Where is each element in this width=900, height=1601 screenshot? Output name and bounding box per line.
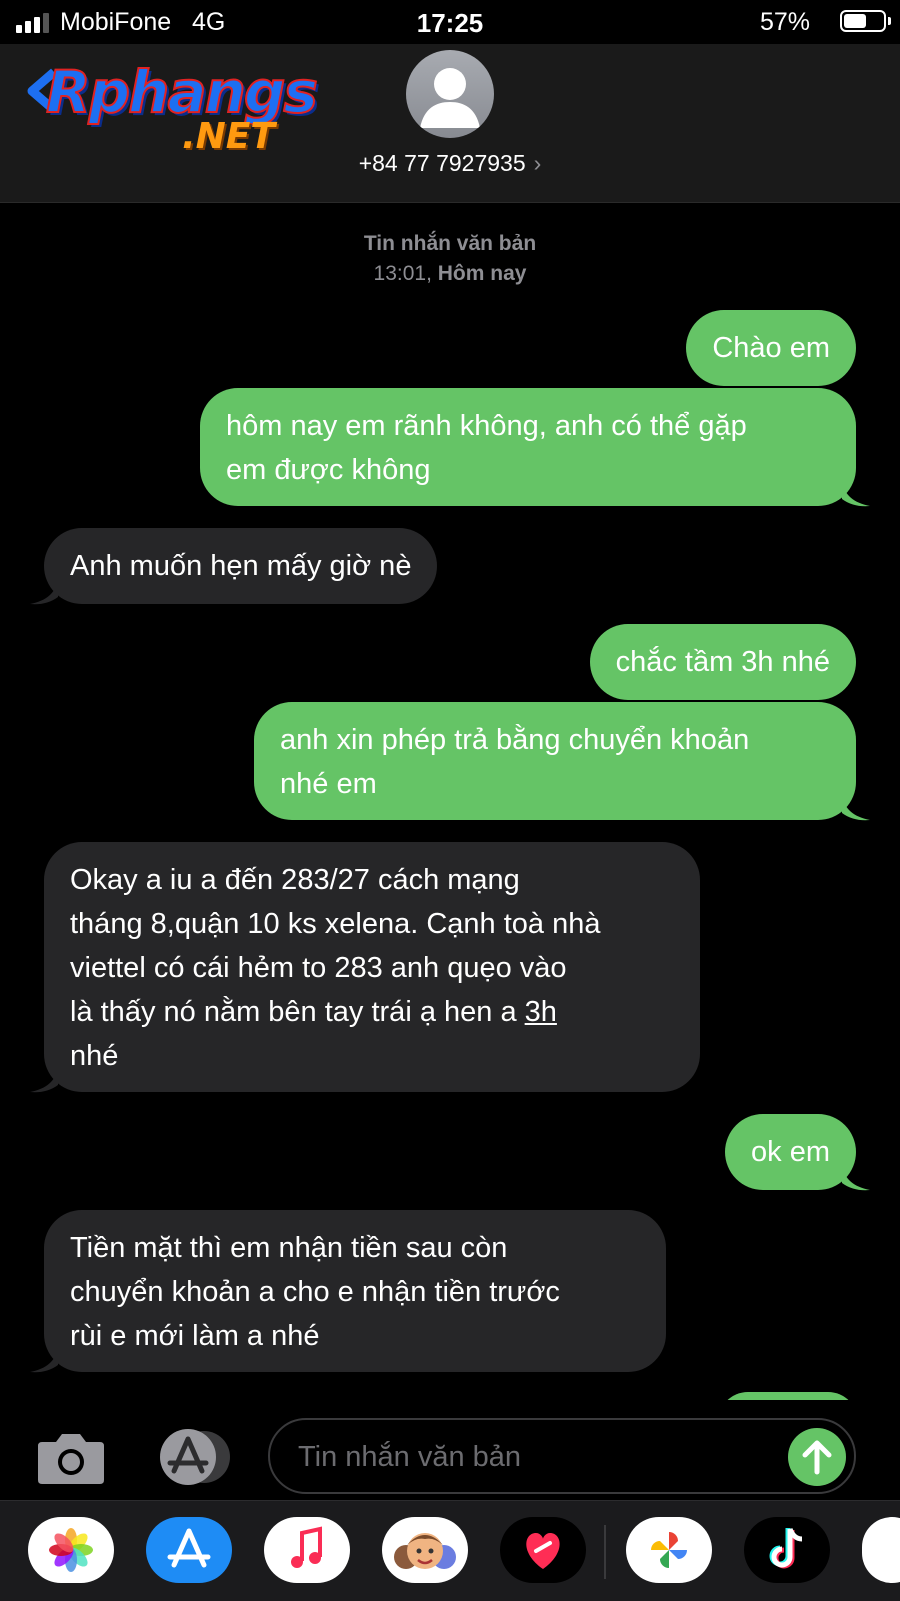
status-bar: MobiFone 4G 17:25 57% xyxy=(0,0,900,44)
bubble-tail xyxy=(30,1067,58,1093)
partial-app-button[interactable] xyxy=(862,1517,900,1583)
camera-icon[interactable] xyxy=(36,1430,106,1486)
bubble-tail xyxy=(30,579,58,605)
contact-number: +84 77 7927935 xyxy=(358,150,526,176)
message-received[interactable]: Tiền mặt thì em nhận tiền sau còn chuyển… xyxy=(30,1210,666,1373)
message-line: chuyển khoản a cho e nhận tiền trước xyxy=(70,1276,560,1308)
battery-percent: 57% xyxy=(759,8,810,36)
message-type-label: Tin nhắn văn bản xyxy=(363,232,537,255)
message-text: ok em xyxy=(751,1136,830,1168)
bubble-tail xyxy=(842,481,870,507)
message-sent[interactable]: Chào em xyxy=(686,310,856,386)
thread-timestamp: 13:01, Hôm nay xyxy=(0,262,900,286)
app-store-icon[interactable] xyxy=(152,1427,232,1487)
message-line: em được không xyxy=(226,454,431,486)
message-line: tháng 8,quận 10 ks xelena. Cạnh toà nhà xyxy=(70,908,601,940)
message-received[interactable]: Okay a iu a đến 283/27 cách mạng tháng 8… xyxy=(30,842,700,1093)
message-received[interactable]: Anh muốn hẹn mấy giờ nè xyxy=(30,528,438,605)
drawer-divider xyxy=(604,1525,606,1579)
photos-app-button[interactable] xyxy=(28,1517,114,1583)
message-sent[interactable]: hôm nay em rãnh không, anh có thể gặp em… xyxy=(200,388,870,507)
music-app-button[interactable] xyxy=(264,1517,350,1583)
message-line: nhé em xyxy=(280,768,377,800)
tiktok-icon xyxy=(769,1527,803,1569)
conversation-header: Rphangs .NET +84 77 7927935 › xyxy=(0,44,900,203)
message-text: chắc tầm 3h nhé xyxy=(615,646,830,678)
app-store-drawer-icon xyxy=(167,1528,211,1568)
tiktok-app-button[interactable] xyxy=(744,1517,830,1583)
bubble-tail xyxy=(30,1347,58,1373)
bubble-tail xyxy=(842,795,870,821)
memoji-app-button[interactable] xyxy=(382,1517,468,1583)
app-store-app-button[interactable] xyxy=(146,1517,232,1583)
thread-day: Hôm nay xyxy=(437,262,527,285)
imessage-app-drawer xyxy=(0,1500,900,1601)
bubble-tail xyxy=(842,1165,870,1191)
watermark-logo: Rphangs xyxy=(45,57,319,127)
google-photos-icon xyxy=(651,1532,687,1568)
thread-time: 13:01, xyxy=(373,262,432,285)
person-icon xyxy=(420,68,480,128)
message-line: viettel có cái hẻm to 283 anh quẹo vào xyxy=(70,952,567,984)
health-app-button[interactable] xyxy=(500,1517,586,1583)
message-line: anh xin phép trả bằng chuyển khoản xyxy=(280,724,750,756)
send-arrow-icon xyxy=(802,1440,832,1475)
google-photos-app-button[interactable] xyxy=(626,1517,712,1583)
composer-bar xyxy=(0,1400,900,1500)
memoji-icon xyxy=(394,1533,456,1569)
health-icon xyxy=(526,1533,560,1569)
message-line: là thấy nó nằm bên tay trái ạ hen a 3h xyxy=(70,990,674,1034)
message-sent[interactable]: chắc tầm 3h nhé xyxy=(589,624,856,700)
message-line-text: là thấy nó nằm bên tay trái ạ hen a xyxy=(70,996,525,1028)
message-text: Chào em xyxy=(712,332,830,364)
message-line: nhé xyxy=(70,1040,119,1072)
message-sent[interactable]: ok em xyxy=(725,1114,870,1191)
send-button[interactable] xyxy=(788,1428,846,1486)
contact-avatar[interactable] xyxy=(406,50,494,138)
music-icon xyxy=(291,1526,322,1568)
time-link[interactable]: 3h xyxy=(525,996,557,1028)
message-input[interactable] xyxy=(296,1430,770,1484)
photos-icon xyxy=(49,1528,93,1572)
chevron-right-icon: › xyxy=(533,150,542,176)
message-line: Tiền mặt thì em nhận tiền sau còn xyxy=(70,1232,508,1264)
battery-icon xyxy=(840,10,891,32)
message-line: rùi e mới làm a nhé xyxy=(70,1320,320,1352)
message-sent[interactable]: anh xin phép trả bằng chuyển khoản nhé e… xyxy=(254,702,870,821)
message-line: Okay a iu a đến 283/27 cách mạng xyxy=(70,864,520,896)
message-line: hôm nay em rãnh không, anh có thể gặp xyxy=(226,410,747,442)
contact-name[interactable]: +84 77 7927935 › xyxy=(0,150,900,177)
message-text: Anh muốn hẹn mấy giờ nè xyxy=(70,550,412,582)
message-input-field[interactable] xyxy=(268,1418,856,1494)
